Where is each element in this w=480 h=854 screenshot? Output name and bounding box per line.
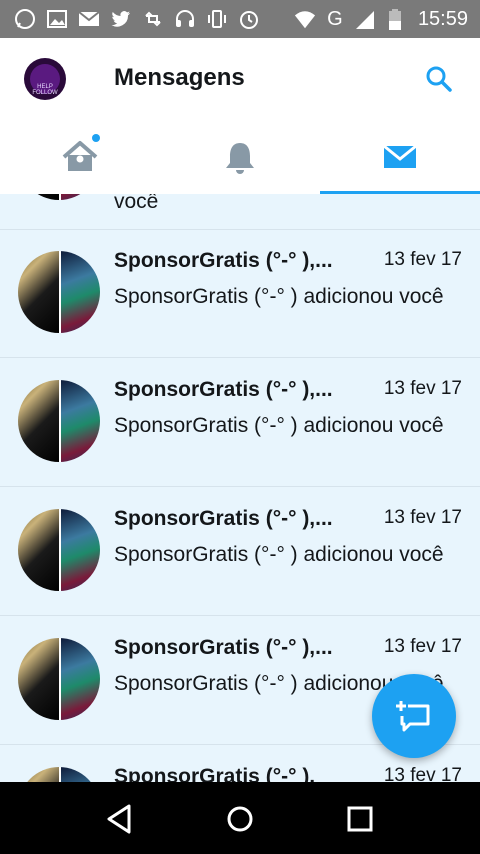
notification-icons <box>14 8 260 30</box>
back-icon <box>107 804 131 834</box>
headset-icon <box>174 8 196 30</box>
message-preview: SponsorGratis (°-° ) adicionou você <box>114 543 444 566</box>
message-preview: você <box>114 194 159 213</box>
system-nav-bar <box>0 782 480 854</box>
vibrate-icon <box>206 8 228 30</box>
new-tweets-dot <box>92 134 100 142</box>
message-date: 13 fev 17 <box>383 249 462 270</box>
home-icon <box>62 141 98 171</box>
list-item[interactable]: SponsorGratis (°-° ),... 13 fev 17 Spons… <box>0 487 480 616</box>
image-icon <box>46 8 68 30</box>
alarm-icon <box>238 8 260 30</box>
back-button[interactable] <box>103 802 137 836</box>
app-bar: HELP FOLLOW Mensagens <box>0 38 480 120</box>
system-icons: G 15:59 <box>294 8 468 31</box>
battery-icon <box>384 8 406 31</box>
list-item[interactable]: SponsorGratis (°-° ),... 13 fev 17 Spons… <box>0 358 480 487</box>
sender-name: SponsorGratis (°-° ),... <box>114 249 333 272</box>
search-button[interactable] <box>424 64 454 94</box>
tab-bar <box>0 120 480 195</box>
message-date: 13 fev 17 <box>383 507 462 528</box>
search-icon <box>426 66 452 92</box>
network-type: G <box>327 8 343 30</box>
home-nav-button[interactable] <box>223 802 257 836</box>
avatar <box>18 380 100 462</box>
status-bar: G 15:59 <box>0 0 480 38</box>
clock: 15:59 <box>417 8 468 30</box>
tab-notifications[interactable] <box>160 120 320 194</box>
avatar <box>18 251 100 333</box>
bell-icon <box>226 143 254 174</box>
mail-icon <box>383 144 417 168</box>
avatar-label: HELP FOLLOW <box>32 84 58 96</box>
signal-icon <box>354 9 376 31</box>
sender-name: SponsorGratis (°-° ),... <box>114 378 333 401</box>
home-circle-icon <box>227 806 253 832</box>
tab-home[interactable] <box>0 120 160 194</box>
list-item[interactable]: você <box>0 194 480 230</box>
recents-icon <box>347 806 373 832</box>
avatar <box>18 767 100 782</box>
sender-name: SponsorGratis (°-° ), <box>114 765 316 782</box>
tab-messages[interactable] <box>320 120 480 195</box>
message-date: 13 fev 17 <box>383 378 462 399</box>
twitter-icon <box>110 8 132 30</box>
profile-avatar[interactable]: HELP FOLLOW <box>24 58 66 100</box>
new-message-button[interactable] <box>372 674 456 758</box>
wifi-icon <box>294 9 316 31</box>
retweet-icon <box>142 8 164 30</box>
gmail-icon <box>78 8 100 30</box>
message-date: 13 fev 17 <box>383 765 462 782</box>
whatsapp-icon <box>14 8 36 30</box>
message-preview: SponsorGratis (°-° ) adicionou você <box>114 285 444 308</box>
message-preview: SponsorGratis (°-° ) adicionou você <box>114 414 444 437</box>
sender-name: SponsorGratis (°-° ),... <box>114 636 333 659</box>
page-title: Mensagens <box>114 64 245 91</box>
avatar <box>18 194 100 200</box>
list-item[interactable]: SponsorGratis (°-° ),... 13 fev 17 Spons… <box>0 229 480 358</box>
avatar <box>18 638 100 720</box>
new-message-icon <box>396 701 430 732</box>
sender-name: SponsorGratis (°-° ),... <box>114 507 333 530</box>
message-date: 13 fev 17 <box>383 636 462 657</box>
avatar <box>18 509 100 591</box>
recents-button[interactable] <box>343 802 377 836</box>
